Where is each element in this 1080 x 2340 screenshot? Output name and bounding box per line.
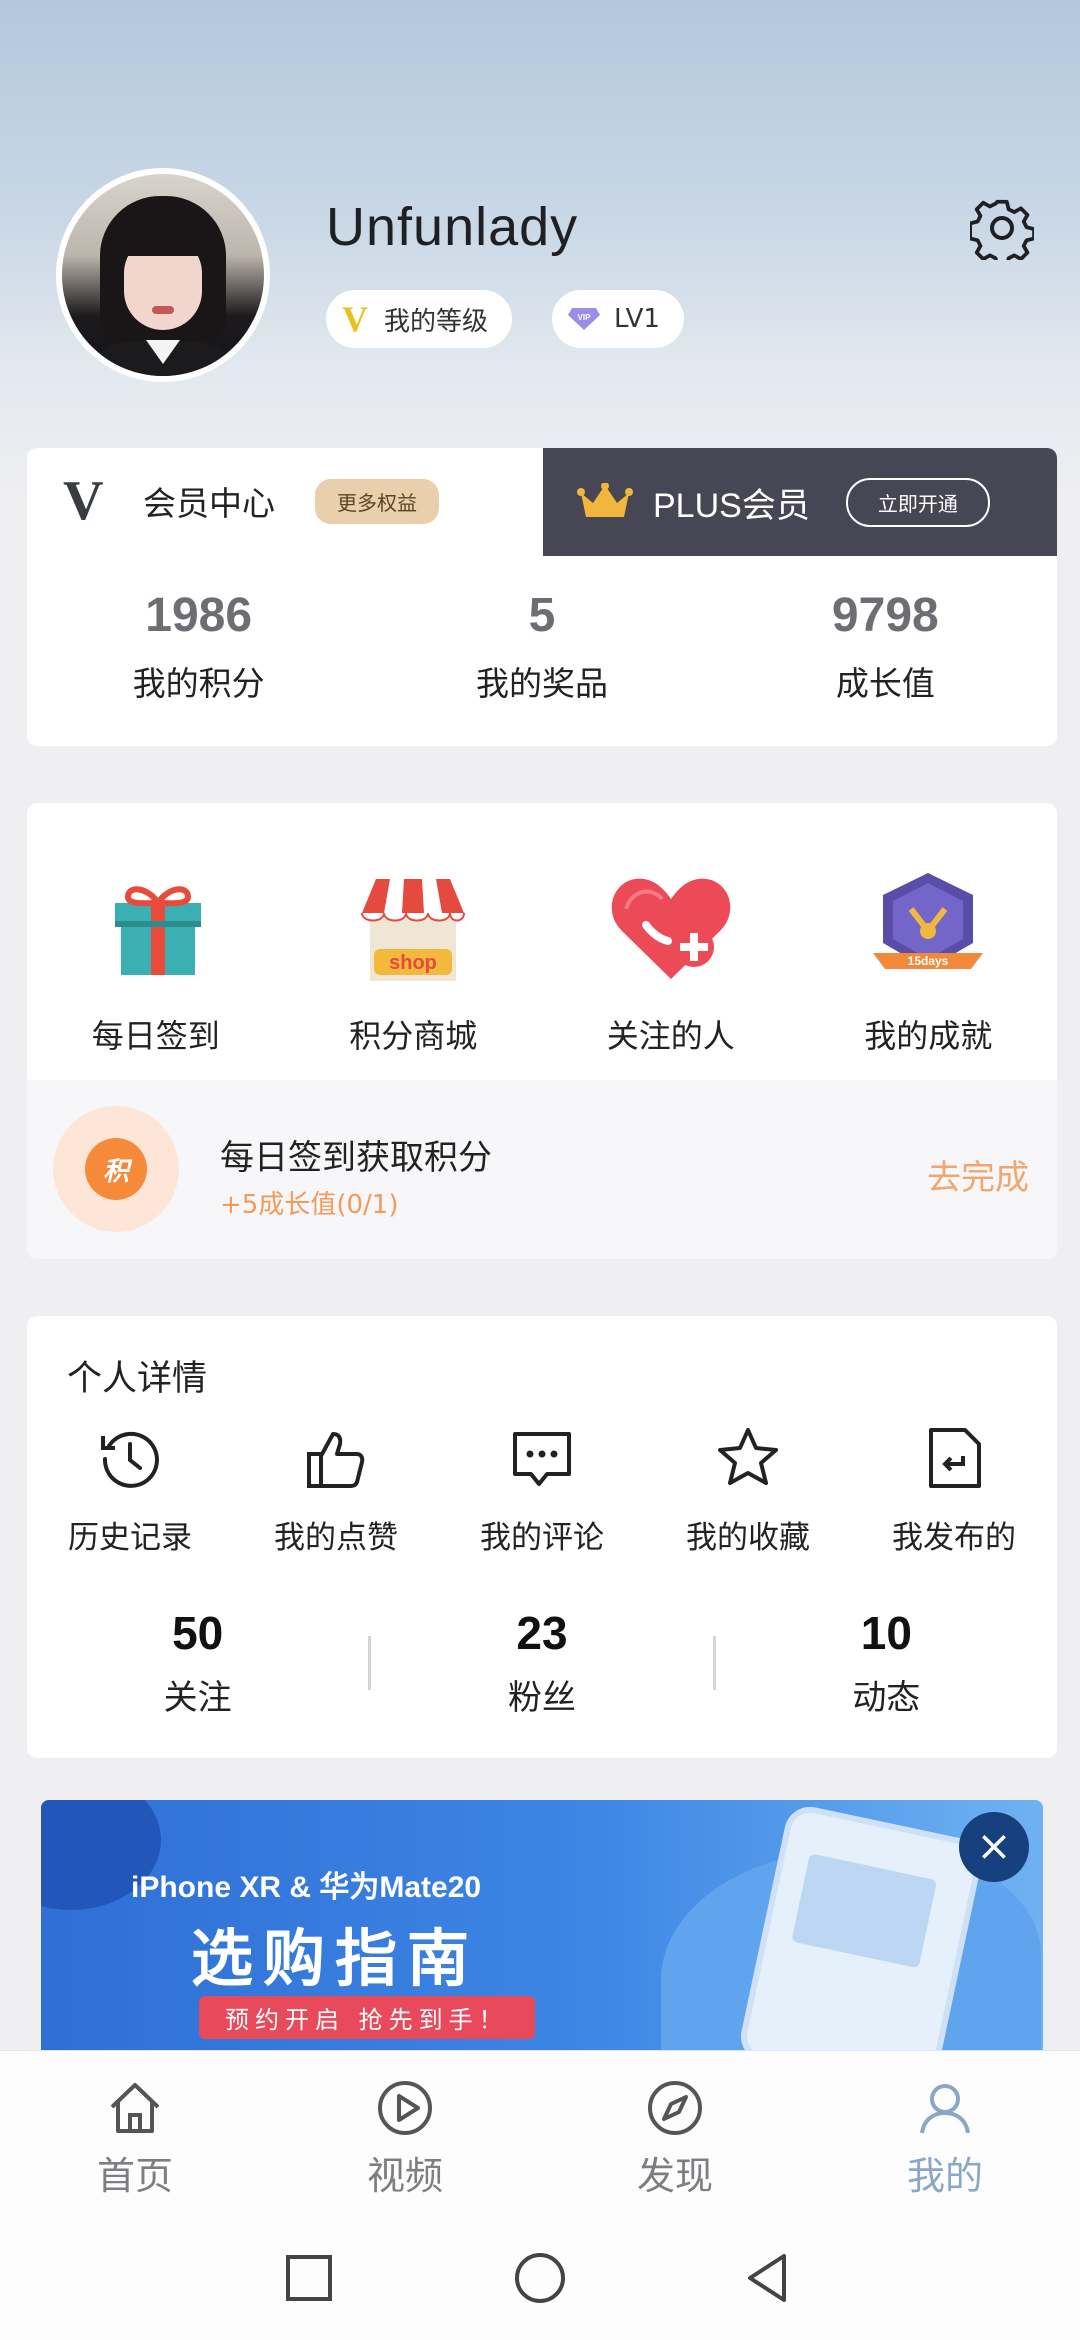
crown-icon: [577, 483, 633, 517]
nav-discover[interactable]: 发现: [540, 2051, 810, 2212]
published-item[interactable]: 我发布的: [851, 1426, 1057, 1557]
task-title: 每日签到获取积分: [220, 1138, 492, 1178]
v-level-icon: V: [342, 299, 368, 339]
following-count[interactable]: 50 关注: [27, 1606, 368, 1719]
banner-title: 选购指南: [191, 1922, 480, 1995]
avatar[interactable]: [56, 168, 270, 382]
system-nav-bar: [0, 2212, 1080, 2340]
home-icon: [110, 2083, 160, 2133]
svg-text:shop: shop: [389, 952, 437, 974]
settings-gear-icon[interactable]: [970, 196, 1034, 260]
back-triangle-icon[interactable]: [740, 2248, 800, 2308]
history-icon: [101, 1431, 159, 1488]
vip-diamond-icon: VIP: [568, 308, 600, 330]
nav-home[interactable]: 首页: [0, 2051, 270, 2212]
nav-video[interactable]: 视频: [270, 2051, 540, 2212]
lv-label: LV1: [614, 304, 660, 334]
bottom-nav: 首页 视频 发现 我的: [0, 2050, 1080, 2212]
recent-apps-square-icon[interactable]: [279, 2248, 339, 2308]
followers-count[interactable]: 23 粉丝: [371, 1606, 712, 1719]
achievement-badge-icon: 15days: [873, 873, 984, 969]
stat-growth[interactable]: 9798 成长值: [714, 588, 1057, 705]
posts-count[interactable]: 10 动态: [716, 1606, 1057, 1719]
open-plus-button[interactable]: 立即开通: [845, 477, 990, 527]
username: Unfunlady: [326, 197, 579, 257]
banner-headline: iPhone XR & 华为Mate20: [131, 1871, 482, 1904]
svg-text:VIP: VIP: [578, 313, 592, 322]
lv-pill[interactable]: VIP LV1: [552, 290, 684, 348]
history-item[interactable]: 历史记录: [27, 1426, 233, 1557]
personal-details-card: 个人详情 历史记录 我的点赞 我的评论 我的收藏 我发布的 50 关注 23 粉…: [27, 1316, 1057, 1758]
member-center-card: V 会员中心 更多权益 PLUS会员 立即开通 1986 我的积分 5 我的奖品…: [27, 448, 1057, 746]
plus-member-label: PLUS会员: [653, 486, 810, 525]
avatar-photo: [62, 174, 264, 376]
thumbs-up-icon: [307, 1432, 365, 1488]
feature-following[interactable]: 关注的人: [542, 869, 800, 1057]
feature-achievements[interactable]: 15days 我的成就: [800, 869, 1058, 1057]
compass-icon: [648, 2081, 702, 2135]
heart-plus-icon: [611, 878, 731, 979]
favorites-item[interactable]: 我的收藏: [645, 1426, 851, 1557]
task-go-complete-button[interactable]: 去完成: [927, 1150, 1029, 1199]
task-subtitle: +5成长值(0/1): [220, 1190, 399, 1220]
feature-daily-checkin[interactable]: 每日签到: [27, 869, 285, 1057]
stat-points[interactable]: 1986 我的积分: [27, 588, 370, 705]
plus-member-banner[interactable]: PLUS会员 立即开通: [543, 448, 1057, 556]
published-icon: [929, 1428, 981, 1488]
member-center-header[interactable]: V 会员中心 更多权益: [27, 448, 543, 554]
user-icon: [920, 2084, 970, 2134]
banner-tagline: 预约开启 抢先到手！: [199, 1996, 535, 2039]
gift-icon: [114, 886, 201, 975]
daily-task-row[interactable]: 积 每日签到获取积分 +5成长值(0/1) 去完成: [27, 1080, 1057, 1259]
member-center-title: 会员中心: [143, 484, 275, 523]
my-level-label: 我的等级: [384, 306, 489, 337]
phone-illustration: [736, 1802, 986, 2050]
comment-icon: [513, 1432, 571, 1486]
play-icon: [378, 2081, 432, 2135]
nav-me[interactable]: 我的: [810, 2051, 1080, 2212]
features-card: 每日签到 shop 积分商城 关注的人 15days 我的成就 积 每日签到获取…: [27, 803, 1057, 1259]
shop-icon: shop: [361, 879, 466, 981]
member-v-logo-icon: V: [63, 470, 104, 532]
likes-item[interactable]: 我的点赞: [233, 1426, 439, 1557]
points-coin-icon: 积: [53, 1106, 179, 1232]
stat-prizes[interactable]: 5 我的奖品: [370, 588, 713, 705]
close-icon[interactable]: ×: [959, 1812, 1029, 1882]
my-level-pill[interactable]: V 我的等级: [326, 290, 513, 348]
star-icon: [718, 1428, 778, 1485]
feature-points-mall[interactable]: shop 积分商城: [285, 869, 543, 1057]
home-circle-icon[interactable]: [510, 2248, 570, 2308]
more-benefits-badge[interactable]: 更多权益: [315, 478, 439, 524]
comments-item[interactable]: 我的评论: [439, 1426, 645, 1557]
personal-details-title: 个人详情: [67, 1359, 208, 1399]
svg-text:15days: 15days: [908, 954, 949, 968]
promo-banner[interactable]: iPhone XR & 华为Mate20 选购指南 预约开启 抢先到手！ ×: [41, 1800, 1043, 2050]
